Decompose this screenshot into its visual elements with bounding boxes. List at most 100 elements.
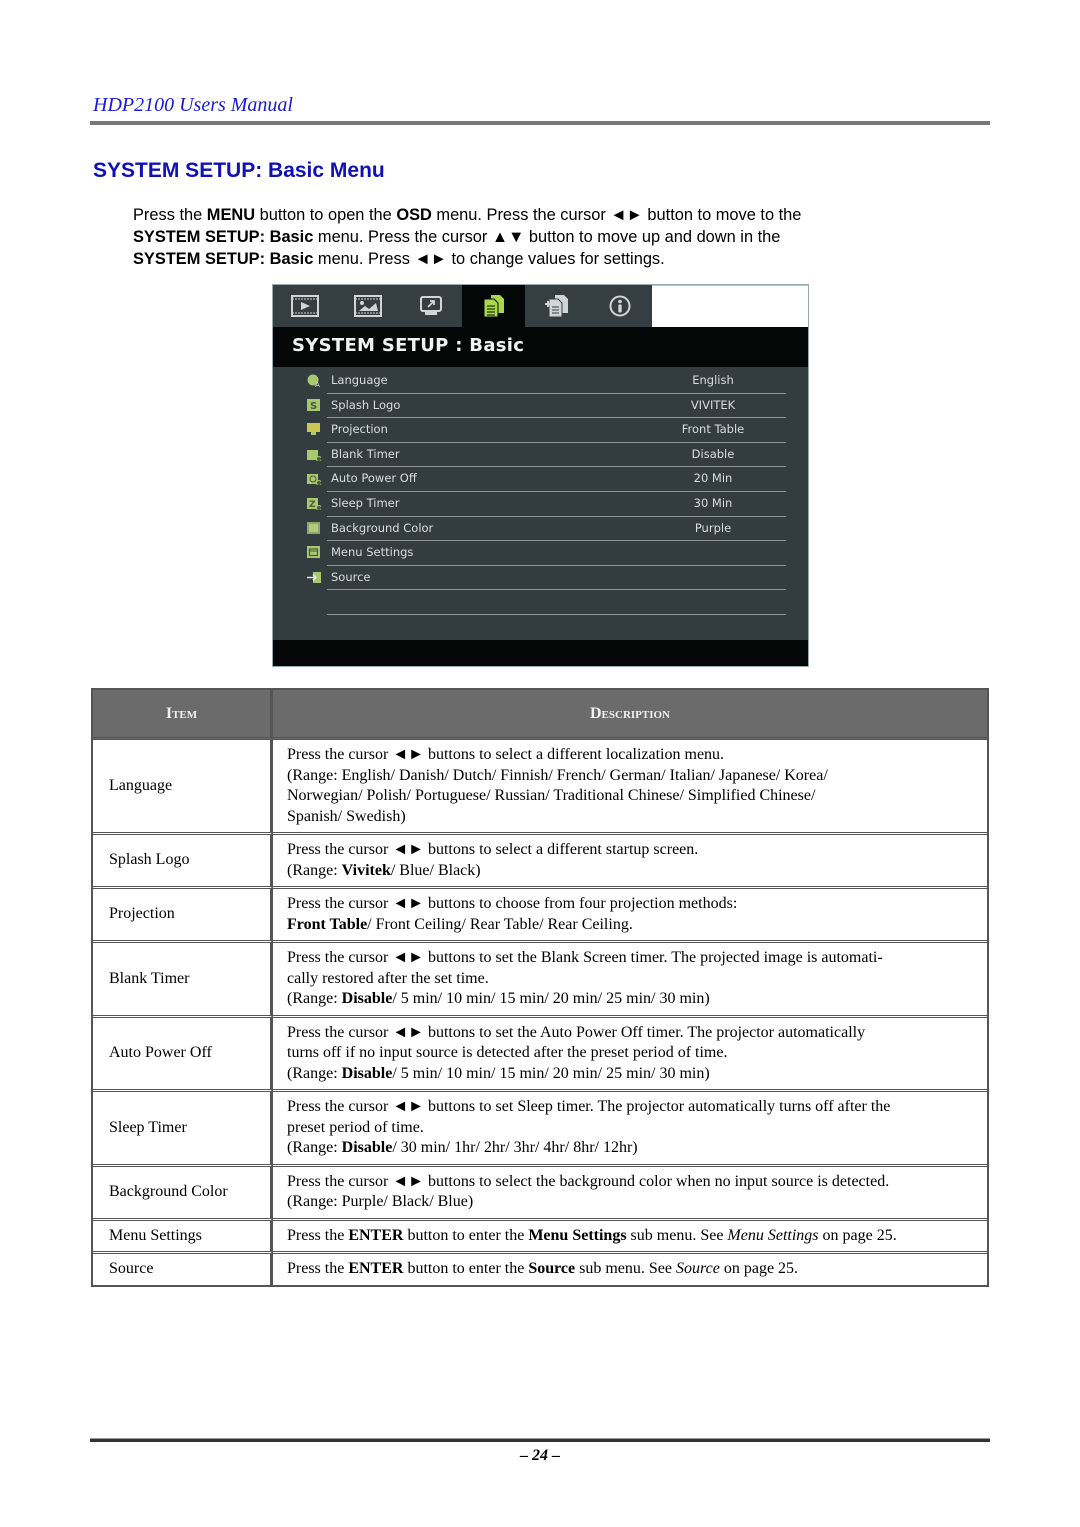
description-cell: Press the cursor ◄► buttons to select a … — [273, 740, 987, 835]
table-row: Splash Logo Press the cursor ◄► buttons t… — [93, 835, 987, 889]
item-description-table: Item Description Language Press the curso… — [91, 688, 989, 1287]
osd-item-label: Auto Power Off — [331, 471, 417, 486]
osd-item-label: Menu Settings — [331, 545, 414, 560]
table-header-row: Item Description — [93, 690, 987, 740]
osd-menu-item: Projection Front Table — [273, 418, 808, 443]
page-number: – 24 – — [520, 1447, 560, 1464]
text-run: Press the cursor ◄► buttons to select th… — [287, 1172, 890, 1190]
table-row: Source Press the ENTER button to enter th… — [93, 1254, 987, 1285]
osd-menu-item: Auto Power Off 20 Min — [273, 467, 808, 492]
bold-term: SYSTEM SETUP: Basic — [133, 228, 314, 246]
text-run: (Range: English/ Danish/ Dutch/ Finnish/… — [287, 766, 828, 784]
text-run: Press the cursor ◄► buttons to set the B… — [287, 949, 883, 966]
description-line: (Range: Disable/ 5 min/ 10 min/ 15 min/ … — [287, 1064, 977, 1085]
text-run: Norwegian/ Polish/ Portuguese/ Russian/ … — [287, 787, 816, 804]
item-cell: Auto Power Off — [93, 1017, 273, 1092]
description-line: Press the ENTER button to enter the Menu… — [287, 1226, 977, 1247]
osd-menu-item: S Splash Logo VIVITEK — [273, 394, 808, 419]
bold-term: ENTER — [348, 1226, 404, 1244]
description-line: (Range: Disable/ 5 min/ 10 min/ 15 min/ … — [287, 989, 977, 1010]
film-play-icon — [290, 295, 319, 317]
description-line: (Range: Disable/ 30 min/ 1hr/ 2hr/ 3hr/ … — [287, 1138, 977, 1159]
osd-tab-system-setup-basic — [462, 285, 525, 327]
osd-tab-bar — [273, 285, 652, 327]
item-cell: Language — [93, 740, 273, 835]
description-line: Front Table/ Front Ceiling/ Rear Table/ … — [287, 915, 977, 936]
description-line: (Range: English/ Danish/ Dutch/ Finnish/… — [287, 766, 977, 787]
description-line: Press the cursor ◄► buttons to select a … — [287, 840, 977, 861]
osd-item-label: Language — [331, 373, 388, 387]
item-cell: Blank Timer — [93, 943, 273, 1018]
bold-term: Disable — [341, 1139, 393, 1156]
table-row: Blank Timer Press the cursor ◄► buttons t… — [93, 943, 987, 1018]
osd-item-value: English — [692, 373, 734, 387]
item-cell: Sleep Timer — [93, 1092, 273, 1167]
osd-item-label: Background Color — [331, 520, 434, 535]
globe-language-icon: A — [307, 374, 320, 387]
text-run: on page 25. — [818, 1226, 897, 1244]
osd-item-value: Front Table — [681, 422, 745, 437]
osd-menu-item: Menu Settings — [273, 541, 808, 566]
text-run: on page 25. — [719, 1260, 799, 1277]
osd-item-value: 20 Min — [693, 471, 733, 486]
description-cell: Press the ENTER button to enter the Menu… — [273, 1221, 987, 1254]
text-run: Press the — [287, 1260, 349, 1277]
bold-term: SYSTEM SETUP: Basic — [133, 250, 314, 268]
item-cell: Menu Settings — [93, 1220, 273, 1254]
osd-menu-item: Background Color Purple — [273, 517, 808, 542]
text-run: / Front Ceiling/ Rear Table/ Rear Ceilin… — [367, 915, 633, 933]
osd-menu-item: Source — [273, 566, 808, 591]
text-run: sub menu. See — [626, 1226, 728, 1244]
text-run: Press the cursor ◄► buttons to set the A… — [287, 1023, 866, 1041]
description-line: Press the cursor ◄► buttons to select th… — [287, 1172, 977, 1193]
description-line: Press the ENTER button to enter the Sour… — [287, 1259, 977, 1280]
section-title: SYSTEM SETUP: Basic Menu — [93, 159, 385, 182]
monitor-arrow-icon — [419, 296, 442, 315]
text-run: (Range: — [287, 861, 342, 879]
table-row: Menu Settings Press the ENTER button to e… — [93, 1220, 987, 1254]
osd-tab-information — [588, 285, 651, 327]
film-image-icon — [353, 295, 382, 317]
description-cell: Press the cursor ◄► buttons to set Sleep… — [273, 1092, 987, 1167]
text-run: (Range: — [287, 990, 342, 1007]
svg-text:A: A — [315, 381, 320, 387]
footer-divider — [90, 1438, 990, 1442]
description-line: (Range: Vivitek/ Blue/ Black) — [287, 861, 977, 882]
intro-paragraph: Press the MENU button to open the OSD me… — [133, 204, 933, 270]
text-run: (Range: — [287, 1139, 342, 1156]
splash-s-icon: S — [307, 398, 320, 412]
osd-menu-item: A Language English — [273, 369, 808, 394]
description-line: Spanish/ Swedish) — [287, 807, 977, 828]
osd-menu-item: Blank Timer Disable — [273, 443, 808, 468]
table-row: Background Color Press the cursor ◄► butt… — [93, 1166, 987, 1221]
osd-item-list: A Language English S Splash Logo VIVITEK Proje… — [273, 369, 808, 615]
text-run: button to open the — [255, 206, 397, 224]
text-run: / 30 min/ 1hr/ 2hr/ 3hr/ 4hr/ 8hr/ 12hr) — [392, 1139, 638, 1156]
text-run: Press the cursor ◄► buttons to select a … — [287, 841, 699, 858]
text-run: menu. Press the cursor ▲▼ button to move… — [313, 228, 781, 246]
item-cell: Projection — [93, 889, 273, 943]
osd-item-label: Splash Logo — [331, 397, 401, 412]
text-run: turns off if no input source is detected… — [287, 1044, 728, 1061]
osd-item-value: 30 Min — [693, 495, 733, 510]
bold-term: Disable — [341, 990, 393, 1007]
osd-item-label: Blank Timer — [331, 446, 400, 461]
column-header-item: Item — [93, 690, 273, 740]
table-row: Projection Press the cursor ◄► buttons to… — [93, 889, 987, 943]
osd-titlebar: SYSTEM SETUP : Basic — [273, 327, 808, 367]
text-run: / Blue/ Black) — [390, 861, 481, 879]
description-cell: Press the cursor ◄► buttons to choose fr… — [273, 889, 987, 943]
column-header-description: Description — [273, 690, 987, 740]
running-header: HDP2100 Users Manual — [93, 94, 293, 116]
sleep-timer-icon: Z — [307, 497, 321, 510]
description-line: Press the cursor ◄► buttons to select a … — [287, 745, 977, 766]
item-cell: Background Color — [93, 1166, 273, 1221]
description-cell: Press the cursor ◄► buttons to select a … — [273, 835, 987, 889]
table-row: Language Press the cursor ◄► buttons to s… — [93, 740, 987, 835]
intro-line-3: SYSTEM SETUP: Basic menu. Press ◄► to ch… — [133, 248, 933, 270]
text-run: sub menu. See — [575, 1260, 676, 1277]
projection-screen-icon — [307, 423, 320, 436]
osd-footer-bar — [273, 640, 808, 666]
auto-power-off-icon — [307, 474, 321, 486]
text-run: button to enter the — [403, 1226, 529, 1244]
